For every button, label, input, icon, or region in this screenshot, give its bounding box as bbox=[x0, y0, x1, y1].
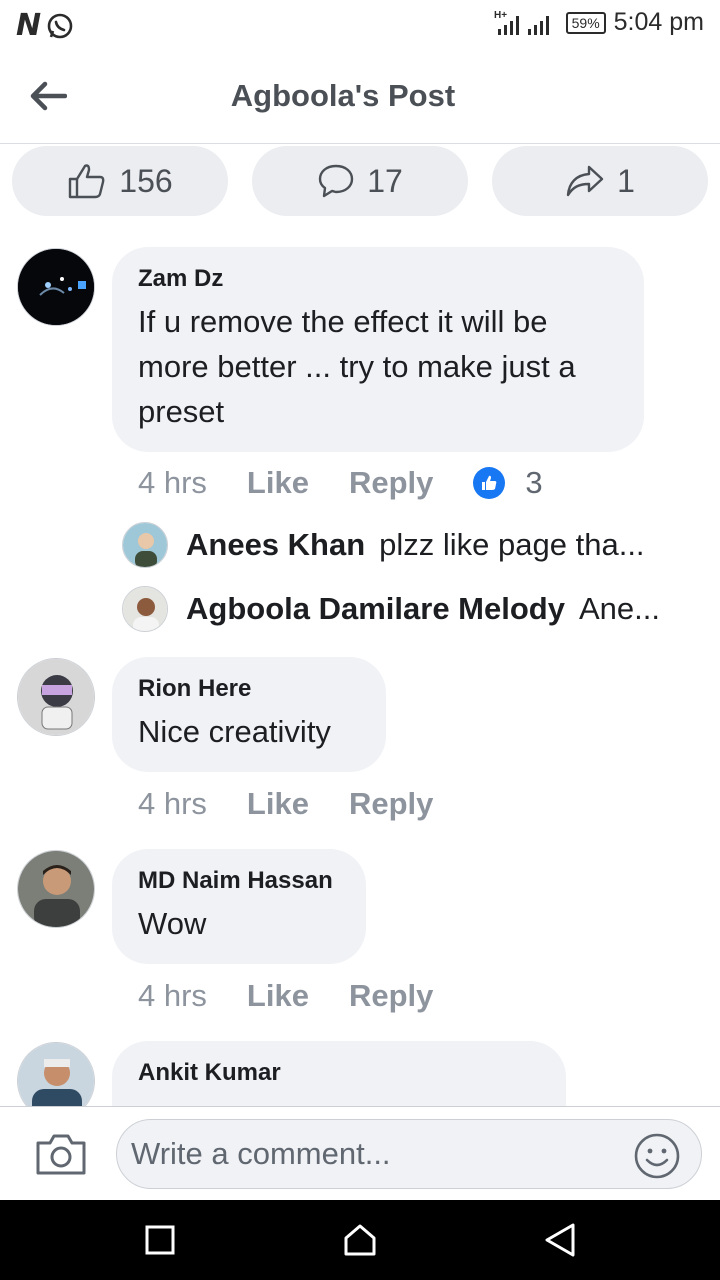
comment-actions: 4 hrs Like Reply bbox=[138, 978, 473, 1014]
comments-button[interactable]: 17 bbox=[252, 146, 468, 216]
avatar[interactable] bbox=[17, 658, 95, 736]
comment-text: Wow bbox=[138, 906, 207, 941]
camera-button[interactable] bbox=[34, 1131, 88, 1181]
n-icon: N bbox=[16, 8, 41, 43]
home-icon bbox=[344, 1224, 376, 1256]
comment-author[interactable]: Zam Dz bbox=[138, 265, 618, 293]
comment-composer bbox=[0, 1106, 720, 1200]
comment-author[interactable]: MD Naim Hassan bbox=[138, 867, 340, 895]
likes-button[interactable]: 156 bbox=[12, 146, 228, 216]
comment-icon bbox=[319, 164, 354, 198]
battery-indicator: 59% bbox=[565, 11, 606, 34]
reply-author: Agboola Damilare Melody bbox=[186, 591, 565, 626]
back-nav-button[interactable] bbox=[538, 1218, 582, 1262]
comments-count: 17 bbox=[367, 162, 403, 199]
like-button[interactable]: Like bbox=[247, 465, 309, 501]
comment-bubble[interactable]: Ankit Kumar bbox=[112, 1041, 566, 1106]
post-header: Agboola's Post bbox=[0, 48, 720, 144]
comment-input[interactable] bbox=[131, 1130, 611, 1178]
comment-actions: 4 hrs Like Reply bbox=[138, 786, 473, 822]
reaction-summary: 156 17 1 bbox=[12, 144, 708, 216]
comment-time: 4 hrs bbox=[138, 465, 207, 500]
avatar[interactable] bbox=[17, 1042, 95, 1106]
reaction-count[interactable]: 3 bbox=[525, 465, 542, 501]
comment-time: 4 hrs bbox=[138, 786, 207, 821]
reply-author: Anees Khan bbox=[186, 527, 366, 562]
comment-time: 4 hrs bbox=[138, 978, 207, 1013]
thumbs-up-icon bbox=[69, 164, 105, 199]
avatar[interactable] bbox=[17, 248, 95, 326]
recents-icon bbox=[145, 1225, 175, 1255]
network-type-label: H+ bbox=[494, 10, 507, 21]
status-right: H+ 59% 5:04 pm bbox=[494, 8, 704, 37]
home-button[interactable] bbox=[338, 1218, 382, 1262]
comment-actions: 4 hrs Like Reply 3 bbox=[138, 465, 543, 501]
page-title: Agboola's Post bbox=[230, 78, 456, 113]
comment-author[interactable]: Ankit Kumar bbox=[138, 1059, 540, 1087]
reply-preview[interactable]: Agboola Damilare Melody Ane... bbox=[122, 586, 682, 632]
status-bar: N H+ 59% 5:04 pm bbox=[0, 0, 720, 48]
comment-box[interactable] bbox=[116, 1119, 702, 1189]
reply-text: Ane... bbox=[578, 591, 660, 626]
avatar-image bbox=[18, 249, 94, 325]
camera-icon bbox=[36, 1134, 86, 1175]
signal-icon: H+ bbox=[494, 10, 549, 35]
whatsapp-icon bbox=[47, 13, 73, 38]
comment-bubble[interactable]: Zam Dz If u remove the effect it will be… bbox=[112, 247, 644, 452]
system-nav-bar bbox=[0, 1200, 720, 1280]
smiley-icon bbox=[634, 1133, 680, 1179]
share-icon bbox=[566, 165, 604, 197]
avatar-image bbox=[18, 1043, 94, 1106]
like-reaction-icon[interactable] bbox=[473, 467, 506, 499]
reply-button[interactable]: Reply bbox=[349, 465, 433, 501]
status-time: 5:04 pm bbox=[613, 8, 704, 36]
avatar-image bbox=[18, 851, 94, 927]
avatar bbox=[122, 586, 168, 632]
comment-author[interactable]: Rion Here bbox=[138, 675, 360, 703]
reply-text: plzz like page tha... bbox=[379, 527, 645, 562]
like-button[interactable]: Like bbox=[247, 786, 309, 822]
avatar-image bbox=[18, 659, 94, 735]
comment-list: Zam Dz If u remove the effect it will be… bbox=[0, 216, 720, 1106]
reply-button[interactable]: Reply bbox=[349, 786, 433, 822]
recents-button[interactable] bbox=[138, 1218, 182, 1262]
status-left: N bbox=[16, 8, 74, 43]
comment-text: Nice creativity bbox=[138, 714, 331, 749]
comment-text: If u remove the effect it will be more b… bbox=[138, 304, 576, 429]
reply-button[interactable]: Reply bbox=[349, 978, 433, 1014]
back-icon bbox=[545, 1223, 575, 1257]
avatar[interactable] bbox=[17, 850, 95, 928]
emoji-button[interactable] bbox=[633, 1132, 681, 1180]
shares-count: 1 bbox=[617, 162, 635, 199]
likes-count: 156 bbox=[119, 162, 173, 199]
shares-button[interactable]: 1 bbox=[492, 146, 708, 216]
reply-preview[interactable]: Anees Khan plzz like page tha... bbox=[122, 522, 682, 568]
thumbs-up-icon bbox=[482, 475, 497, 490]
comment-bubble[interactable]: MD Naim Hassan Wow bbox=[112, 849, 366, 964]
like-button[interactable]: Like bbox=[247, 978, 309, 1014]
comment-bubble[interactable]: Rion Here Nice creativity bbox=[112, 657, 386, 772]
avatar bbox=[122, 522, 168, 568]
